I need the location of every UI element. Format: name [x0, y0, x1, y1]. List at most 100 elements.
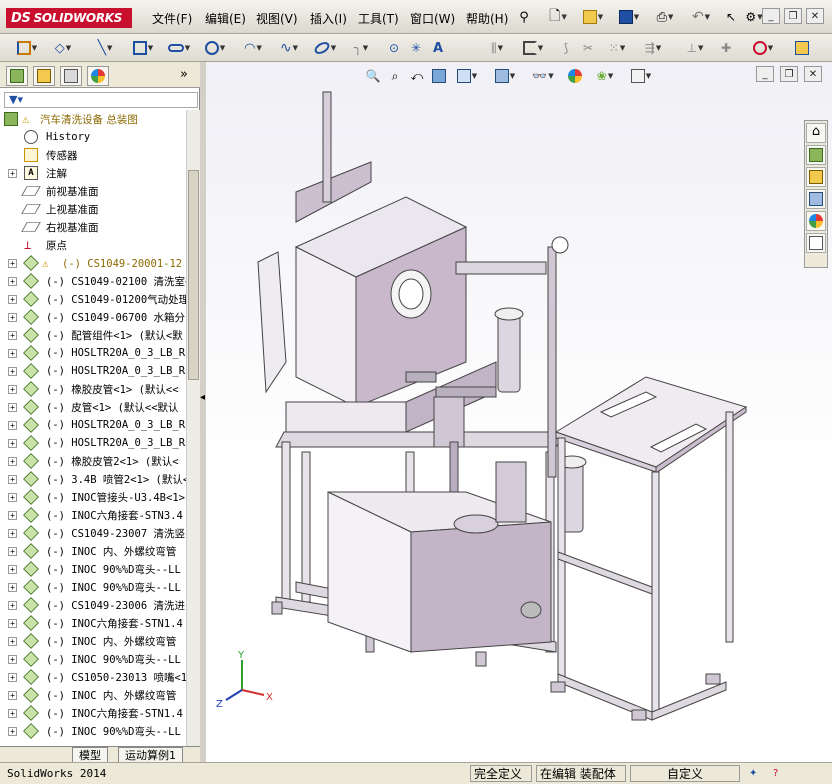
expand-pane-icon[interactable]: »: [180, 67, 188, 82]
sketch-icon[interactable]: ▼: [12, 38, 42, 58]
smart-dimension-icon[interactable]: ◇ ▼: [48, 38, 78, 58]
slot-icon[interactable]: ▼: [164, 38, 194, 58]
expand-icon[interactable]: +: [8, 276, 17, 286]
trim-icon[interactable]: ✂: [578, 38, 598, 58]
tree-node[interactable]: + (-) INOC六角接套-STN1.4: [0, 614, 186, 632]
custom-properties-icon[interactable]: [806, 233, 826, 253]
expand-icon[interactable]: +: [8, 528, 17, 538]
rebuild-icon[interactable]: ✦: [746, 765, 760, 782]
expand-icon[interactable]: +: [8, 420, 17, 430]
expand-icon[interactable]: +: [8, 402, 17, 412]
expand-icon[interactable]: +: [8, 582, 17, 592]
tree-node[interactable]: + (-) INOC六角接套-STN3.4: [0, 506, 186, 524]
menu-window[interactable]: 窗口(W): [410, 10, 455, 27]
propertymanager-tab-icon[interactable]: [33, 66, 55, 86]
tree-node[interactable]: + (-) 橡胶皮管2<1> (默认<: [0, 452, 186, 470]
menu-help[interactable]: 帮助(H): [466, 10, 508, 27]
tree-node[interactable]: + (-) INOC六角接套-STN1.4: [0, 704, 186, 722]
tree-node[interactable]: + (-) 配管组件<1> (默认<默: [0, 326, 186, 344]
save-button[interactable]: ▼: [614, 7, 644, 27]
tree-node[interactable]: + (-) CS1049-02100 清洗室<: [0, 272, 186, 290]
tree-node[interactable]: + (-) CS1049-06700 水箱分: [0, 308, 186, 326]
expand-icon[interactable]: +: [8, 474, 17, 484]
mirror-icon[interactable]: ⫼ ▼: [482, 38, 512, 58]
menu-tools[interactable]: 工具(T): [358, 10, 399, 27]
tab-motion-study[interactable]: 运动算例1: [118, 747, 183, 763]
menu-view[interactable]: 视图(V): [256, 10, 298, 27]
home-icon[interactable]: ⌂: [806, 123, 826, 143]
tree-scrollbar[interactable]: [186, 110, 200, 746]
restore-button[interactable]: ❐: [784, 8, 802, 24]
tree-node[interactable]: 右视基准面: [0, 218, 186, 236]
tree-node[interactable]: + (-) INOC 90%%D弯头--LL: [0, 560, 186, 578]
tree-node[interactable]: + A 注解: [0, 164, 186, 182]
expand-icon[interactable]: +: [8, 510, 17, 520]
expand-icon[interactable]: +: [8, 492, 17, 502]
close-button[interactable]: ✕: [806, 8, 824, 24]
relations-icon[interactable]: ⊥ ▼: [680, 38, 710, 58]
expand-icon[interactable]: +: [8, 330, 17, 340]
tree-node[interactable]: + (-) CS1049-23007 清洗竖: [0, 524, 186, 542]
featuremanager-tab-icon[interactable]: [6, 66, 28, 86]
point-icon[interactable]: ⊙: [384, 38, 404, 58]
expand-icon[interactable]: +: [8, 690, 17, 700]
select-icon[interactable]: ↖: [722, 7, 740, 27]
tree-node[interactable]: + ⚠ (-) CS1049-20001-12 连: [0, 254, 186, 272]
arc-icon[interactable]: ◠ ▼: [238, 38, 268, 58]
menu-file[interactable]: 文件(F): [152, 10, 192, 27]
tree-node[interactable]: + (-) INOC 90%%D弯头--LL: [0, 722, 186, 740]
ellipse-icon[interactable]: ▼: [310, 38, 340, 58]
print-button[interactable]: ⎙ ▼: [650, 7, 680, 27]
pin-icon[interactable]: ⚲: [514, 7, 534, 27]
minimize-button[interactable]: _: [762, 8, 780, 24]
new-document-button[interactable]: 🗋 ▼: [543, 7, 573, 27]
expand-icon[interactable]: +: [8, 366, 17, 376]
menu-edit[interactable]: 编辑(E): [205, 10, 246, 27]
tree-node[interactable]: History: [0, 128, 186, 146]
tree-node[interactable]: + (-) INOC 内、外螺纹弯管: [0, 632, 186, 650]
rectangle-icon[interactable]: ▼: [128, 38, 158, 58]
expand-icon[interactable]: +: [8, 312, 17, 322]
text-icon[interactable]: A: [428, 38, 448, 58]
move-entities-icon[interactable]: ⇶ ▼: [638, 38, 668, 58]
tree-filter[interactable]: ▼▾: [4, 92, 198, 108]
tab-model[interactable]: 模型: [72, 747, 108, 763]
assembly-model-view[interactable]: Y X Z: [206, 62, 832, 762]
undo-button[interactable]: ↶ ▼: [686, 7, 716, 27]
design-library-icon[interactable]: [806, 145, 826, 165]
expand-icon[interactable]: +: [8, 672, 17, 682]
expand-icon[interactable]: +: [8, 636, 17, 646]
expand-icon[interactable]: +: [8, 618, 17, 628]
expand-icon[interactable]: +: [8, 168, 17, 178]
tree-node[interactable]: + (-) INOC管接头-U3.4B<1>: [0, 488, 186, 506]
offset-icon[interactable]: ▼: [518, 38, 548, 58]
displaymanager-tab-icon[interactable]: [87, 66, 109, 86]
expand-icon[interactable]: +: [8, 294, 17, 304]
tree-node[interactable]: + (-) HOSLTR20A_0_3_LB_RB: [0, 416, 186, 434]
tree-node[interactable]: + (-) CS1049-01200气动处理: [0, 290, 186, 308]
tree-node[interactable]: + (-) HOSLTR20A_0_3_LB_RB: [0, 344, 186, 362]
tree-node[interactable]: + (-) INOC 90%%D弯头--LL: [0, 578, 186, 596]
expand-icon[interactable]: +: [8, 654, 17, 664]
tree-node[interactable]: + (-) INOC 内、外螺纹弯管: [0, 542, 186, 560]
file-explorer-icon[interactable]: [806, 167, 826, 187]
units-status[interactable]: 自定义: [630, 765, 740, 782]
tree-node[interactable]: + (-) HOSLTR20A_0_3_LB_RB: [0, 434, 186, 452]
spline-icon[interactable]: ∿ ▼: [274, 38, 304, 58]
linear-pattern-icon[interactable]: ⁙ ▼: [602, 38, 632, 58]
tree-root[interactable]: ⚠ 汽车清洗设备 总装图: [0, 110, 186, 128]
help-status-icon[interactable]: ?: [770, 765, 781, 782]
tree-node[interactable]: + (-) HOSLTR20A_0_3_LB_RB: [0, 362, 186, 380]
circle-icon[interactable]: ▼: [200, 38, 230, 58]
expand-icon[interactable]: +: [8, 384, 17, 394]
expand-icon[interactable]: +: [8, 456, 17, 466]
expand-icon[interactable]: +: [8, 258, 17, 268]
line-icon[interactable]: ╲ ▼: [90, 38, 120, 58]
tree-node[interactable]: 前视基准面: [0, 182, 186, 200]
view-palette-icon[interactable]: [806, 189, 826, 209]
tree-node[interactable]: + (-) CS1050-23013 喷嘴<1: [0, 668, 186, 686]
tree-node[interactable]: + (-) 皮管<1> (默认<<默认: [0, 398, 186, 416]
expand-icon[interactable]: +: [8, 564, 17, 574]
instant2d-icon[interactable]: [792, 38, 812, 58]
repair-icon[interactable]: ✚: [716, 38, 736, 58]
